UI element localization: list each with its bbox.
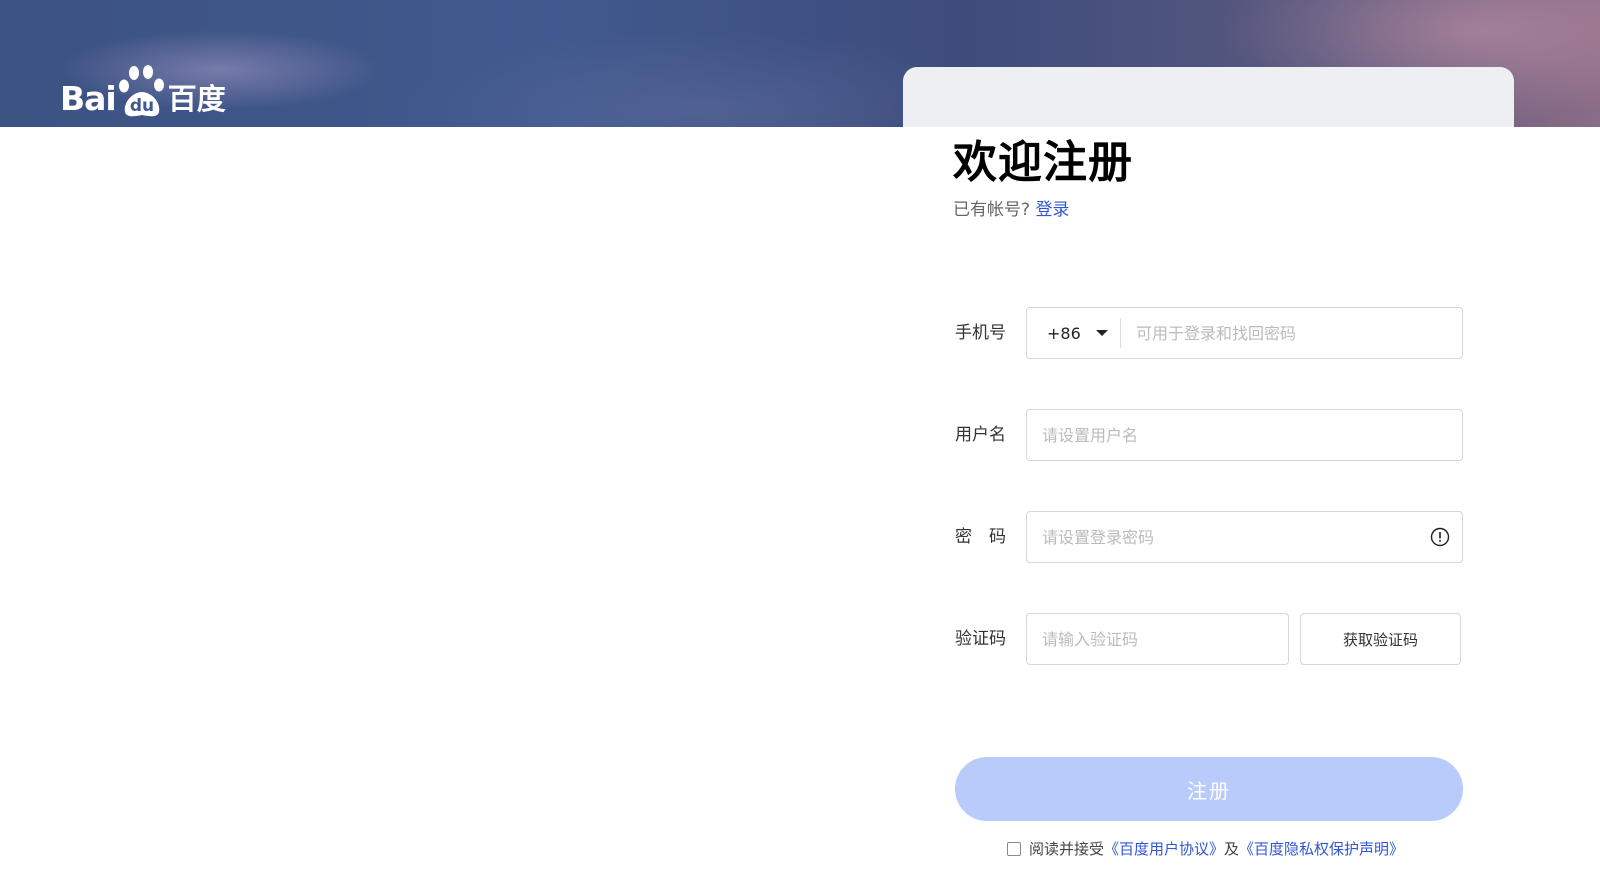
- register-card-top: [903, 67, 1514, 127]
- verify-field: [1026, 613, 1289, 665]
- caret-down-icon: [1095, 330, 1108, 336]
- login-prompt: 已有帐号? 登录: [953, 198, 1069, 222]
- login-link[interactable]: 登录: [1035, 200, 1069, 220]
- get-code-button[interactable]: 获取验证码: [1300, 613, 1461, 665]
- page-title: 欢迎注册: [953, 137, 1133, 188]
- password-input[interactable]: [1027, 512, 1462, 562]
- agreement-row: 阅读并接受 《百度用户协议》 及 《百度隐私权保护声明》: [1007, 838, 1404, 860]
- phone-label: 手机号: [955, 323, 1006, 343]
- logo-latin-text: Bai: [60, 79, 117, 118]
- register-button[interactable]: 注册: [955, 757, 1463, 821]
- user-agreement-link[interactable]: 《百度用户协议》: [1104, 838, 1224, 860]
- verify-label: 验证码: [955, 629, 1006, 649]
- paw-icon: du: [117, 64, 167, 118]
- country-code-select[interactable]: +86: [1027, 318, 1121, 348]
- agreement-joiner: 及: [1224, 840, 1240, 858]
- agree-checkbox[interactable]: [1007, 842, 1021, 856]
- username-input[interactable]: [1027, 410, 1462, 460]
- info-icon[interactable]: [1430, 527, 1450, 547]
- username-field: [1026, 409, 1463, 461]
- agreement-prefix: 阅读并接受: [1029, 840, 1105, 858]
- has-account-text: 已有帐号?: [953, 200, 1031, 220]
- phone-input[interactable]: [1120, 308, 1462, 358]
- baidu-logo[interactable]: Bai du 百度: [60, 64, 230, 118]
- privacy-link[interactable]: 《百度隐私权保护声明》: [1239, 838, 1404, 860]
- paw-du-text: du: [130, 96, 154, 116]
- verify-code-input[interactable]: [1027, 614, 1288, 664]
- logo-cn-text: 百度: [167, 82, 226, 116]
- country-code-value: +86: [1047, 323, 1081, 343]
- register-page: Bai du 百度 欢迎注册 已有帐号? 登录 手机号 +86 用户名: [0, 0, 1600, 883]
- phone-field: +86: [1026, 307, 1463, 359]
- password-field: [1026, 511, 1463, 563]
- password-label: 密 码: [955, 527, 1006, 547]
- username-label: 用户名: [955, 425, 1006, 445]
